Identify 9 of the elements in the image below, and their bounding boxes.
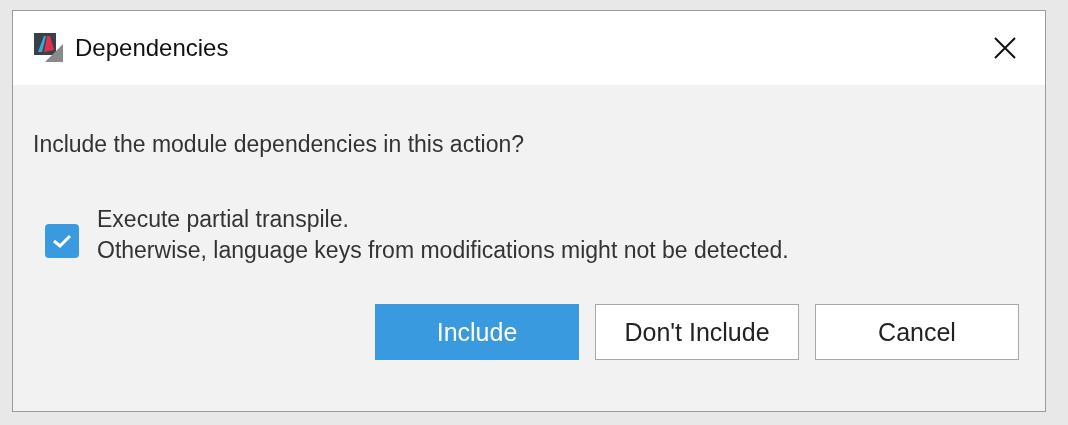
dialog-button[interactable]: Cancel bbox=[815, 304, 1019, 360]
app-logo-icon bbox=[33, 32, 65, 64]
question-text: Include the module dependencies in this action? bbox=[33, 131, 525, 158]
checkbox[interactable] bbox=[45, 224, 79, 258]
hint-text: Otherwise, language keys from modifications might not be detected. bbox=[97, 237, 789, 264]
checkbox-label: Execute partial transpile. bbox=[97, 206, 350, 233]
check-icon bbox=[52, 233, 72, 249]
window-title: Dependencies bbox=[75, 34, 230, 62]
dialog-button[interactable]: Don't Include bbox=[595, 304, 799, 360]
